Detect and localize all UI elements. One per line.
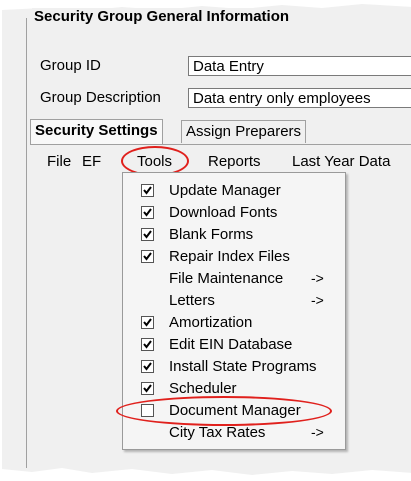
checkbox-checked-icon[interactable] [141,206,154,219]
group-box-border [26,18,27,468]
menu-last-year-data[interactable]: Last Year Data [292,153,390,170]
menu-item-label: Edit EIN Database [169,336,293,353]
menu-item-label: Blank Forms [169,226,254,243]
menu-file[interactable]: File [47,153,71,170]
menu-item-install-state-programs[interactable]: Install State Programs [123,357,345,378]
group-id-label: Group ID [40,57,101,74]
menu-item-edit-ein-database[interactable]: Edit EIN Database [123,335,345,356]
menu-reports[interactable]: Reports [208,153,261,170]
menu-item-file-maintenance[interactable]: File Maintenance -> [123,269,345,290]
group-box-title: Security Group General Information [32,8,292,25]
menu-item-label: Scheduler [169,380,237,397]
group-id-field[interactable]: Data Entry [188,56,411,76]
security-group-window: Security Group General Information Group… [2,2,411,479]
menu-item-blank-forms[interactable]: Blank Forms [123,225,345,246]
torn-edge-bottom [2,468,411,479]
group-description-field[interactable]: Data entry only employees [188,88,411,108]
menu-item-label: Update Manager [169,182,281,199]
menu-item-label: Repair Index Files [169,248,290,265]
submenu-arrow-icon: -> [311,424,324,440]
checkbox-checked-icon[interactable] [141,250,154,263]
menu-ef[interactable]: EF [82,153,101,170]
checkbox-checked-icon[interactable] [141,360,154,373]
menu-item-download-fonts[interactable]: Download Fonts [123,203,345,224]
tab-divider [30,144,411,145]
submenu-arrow-icon: -> [311,270,324,286]
checkbox-checked-icon[interactable] [141,228,154,241]
document-manager-highlight-ellipse [116,396,332,426]
checkbox-checked-icon[interactable] [141,184,154,197]
menu-item-label: Install State Programs [169,358,317,375]
checkbox-checked-icon[interactable] [141,316,154,329]
menu-item-label: Amortization [169,314,253,331]
group-description-label: Group Description [40,89,161,106]
menu-item-update-manager[interactable]: Update Manager [123,181,345,202]
menu-item-label: City Tax Rates [169,424,266,441]
checkbox-checked-icon[interactable] [141,382,154,395]
menu-item-letters[interactable]: Letters -> [123,291,345,312]
menu-item-label: Download Fonts [169,204,278,221]
tab-security-settings[interactable]: Security Settings [30,119,163,144]
menu-item-label: Letters [169,292,215,309]
menu-item-repair-index-files[interactable]: Repair Index Files [123,247,345,268]
tab-assign-preparers[interactable]: Assign Preparers [181,120,307,143]
menu-item-amortization[interactable]: Amortization [123,313,345,334]
menu-item-city-tax-rates[interactable]: City Tax Rates -> [123,423,345,444]
submenu-arrow-icon: -> [311,292,324,308]
menu-item-label: File Maintenance [169,270,284,287]
checkbox-checked-icon[interactable] [141,338,154,351]
